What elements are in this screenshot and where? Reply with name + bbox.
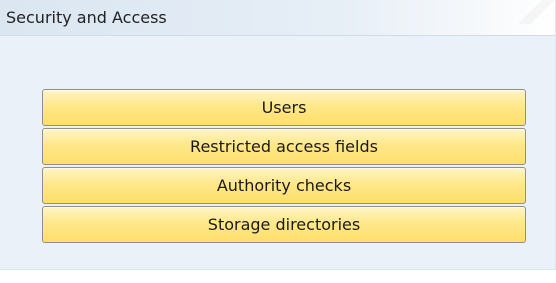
button-list: Users Restricted access fields Authority… (42, 89, 526, 245)
storage-directories-button[interactable]: Storage directories (42, 206, 526, 243)
panel-header: Security and Access (0, 0, 555, 36)
security-access-window: Security and Access Users Restricted acc… (0, 0, 556, 283)
authority-checks-button[interactable]: Authority checks (42, 167, 526, 204)
restricted-access-fields-button[interactable]: Restricted access fields (42, 128, 526, 165)
panel-title: Security and Access (6, 8, 167, 27)
users-button[interactable]: Users (42, 89, 526, 126)
corner-watermark (516, 0, 556, 24)
